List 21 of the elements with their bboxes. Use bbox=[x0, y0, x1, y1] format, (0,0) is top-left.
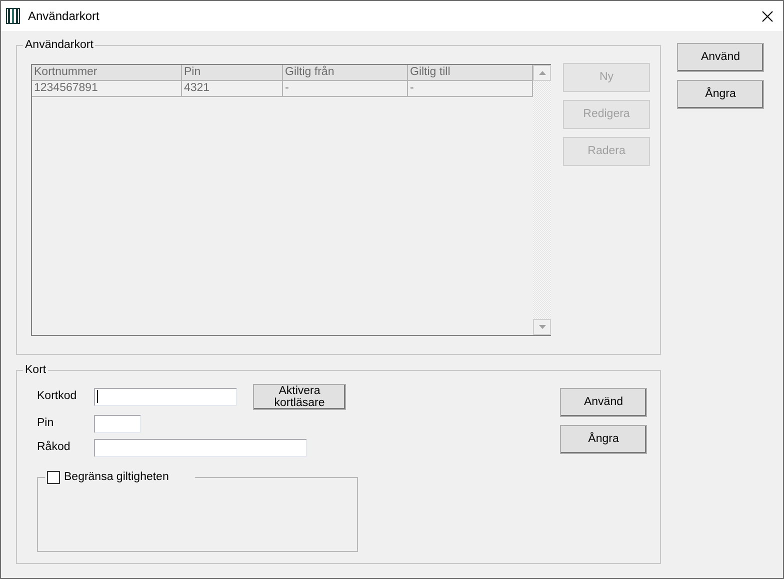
checkbox-label: Begränsa giltigheten bbox=[64, 470, 169, 484]
input-field[interactable] bbox=[94, 439, 307, 457]
button[interactable]: Använd bbox=[677, 43, 764, 72]
app-icon bbox=[6, 8, 20, 24]
checkbox[interactable] bbox=[47, 470, 60, 484]
close-icon[interactable] bbox=[762, 10, 773, 22]
table-cell: 4321 bbox=[182, 81, 283, 97]
table-cell: - bbox=[283, 81, 408, 97]
field-label: Råkod bbox=[36, 440, 72, 456]
button[interactable]: Ångra bbox=[560, 425, 647, 454]
button[interactable]: Ångra bbox=[677, 80, 764, 109]
button[interactable]: Använd bbox=[560, 388, 647, 417]
table-cell: 1234567891 bbox=[32, 81, 182, 97]
window-title: Användarkort bbox=[28, 8, 100, 25]
activate-reader-button[interactable]: Aktivera kortläsare bbox=[253, 384, 346, 410]
scroll-down-icon[interactable] bbox=[538, 325, 546, 329]
field-label: Pin bbox=[36, 416, 55, 432]
input-field[interactable] bbox=[94, 388, 237, 406]
field-label: Kortkod bbox=[36, 388, 78, 404]
scroll-up-icon[interactable] bbox=[538, 71, 546, 75]
input-field[interactable] bbox=[94, 415, 141, 433]
